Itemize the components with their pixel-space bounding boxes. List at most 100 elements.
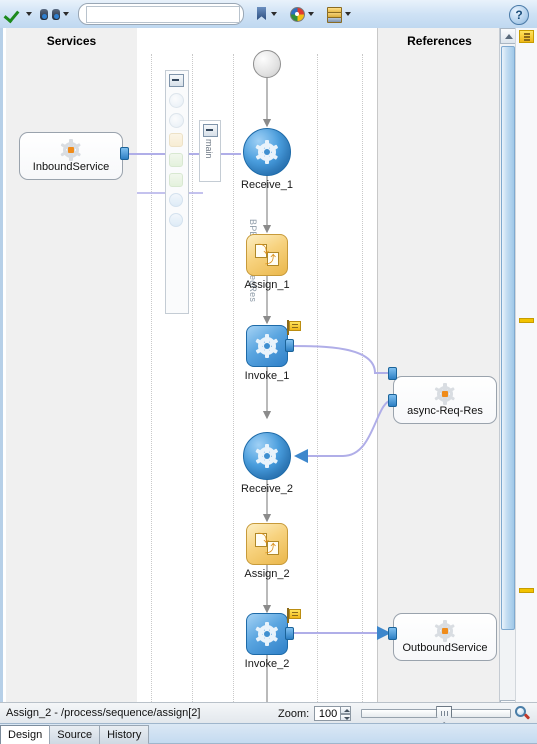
editor-tabbar: Design Source History [0, 723, 537, 744]
outboundservice-port[interactable] [388, 627, 397, 640]
layers-icon [326, 6, 342, 23]
search-input[interactable] [86, 5, 240, 23]
green-check-icon [5, 6, 23, 22]
service-gear-icon [434, 382, 456, 405]
flow-node-label: Receive_2 [241, 483, 293, 495]
zoom-label: Zoom: [278, 707, 310, 720]
binoculars-icon [40, 6, 60, 22]
flag-icon [287, 608, 301, 623]
flow-node-invoke-1[interactable]: Invoke_1 [245, 320, 301, 382]
color-palette-icon [289, 6, 305, 22]
flow-node-label: Invoke_1 [244, 370, 290, 382]
status-bar: Assign_2 - /process/sequence/assign[2] Z… [0, 702, 537, 723]
references-lane-title: References [407, 34, 472, 48]
services-lane-title: Services [46, 34, 97, 48]
bookmark-button[interactable] [254, 3, 280, 25]
chevron-down-icon[interactable] [26, 12, 32, 16]
process-name-label: BPELAsyncReqRes [168, 219, 258, 302]
invoke-activity-icon [246, 613, 288, 655]
flow-node-label: Receive_1 [241, 179, 293, 191]
zoom-decrease-button[interactable] [340, 713, 352, 721]
receive-activity-icon [243, 432, 291, 480]
assign-activity-icon: ⤵ ⤴ [246, 234, 288, 276]
activity-strip[interactable]: BPELAsyncReqRes [165, 70, 258, 314]
help-button[interactable]: ? [509, 5, 529, 25]
assign-icon: ⤵ ⤴ [255, 533, 279, 555]
gear-icon [255, 140, 279, 164]
tab-history[interactable]: History [99, 725, 150, 744]
chevron-down-icon[interactable] [271, 12, 277, 16]
toolbar: ? [0, 0, 537, 29]
correlation-icon[interactable] [169, 113, 184, 128]
search-scope-button[interactable] [39, 3, 72, 25]
selection-path: Assign_2 - /process/sequence/assign[2] [6, 707, 201, 719]
flow-node-receive-1[interactable]: Receive_1 [241, 128, 293, 191]
scope-main[interactable]: main [199, 120, 221, 182]
service-label: InboundService [32, 160, 110, 173]
start-circle-icon [253, 50, 281, 78]
zoom-stepper[interactable] [340, 706, 352, 721]
marker-strip[interactable] [515, 28, 537, 716]
zoom-input[interactable]: 100 [314, 706, 342, 721]
gear-icon [255, 334, 279, 358]
vertical-scrollbar[interactable] [499, 28, 516, 716]
scope-label: main [204, 139, 214, 159]
zoom-slider-handle[interactable] [436, 706, 453, 723]
inboundservice-port[interactable] [120, 147, 129, 160]
scroll-up-button[interactable] [500, 28, 516, 44]
marker-flag[interactable] [519, 30, 534, 43]
service-gear-icon [60, 138, 82, 161]
fault-handler-icon[interactable] [169, 133, 184, 148]
service-inboundservice[interactable]: InboundService [19, 132, 123, 180]
zoom-controls[interactable]: Zoom: 100 [278, 703, 512, 724]
flag-icon [287, 320, 301, 335]
flow-node-assign-2[interactable]: ⤵ ⤴ Assign_2 [244, 523, 290, 580]
reference-label: async-Req-Res [407, 404, 483, 417]
receive-activity-icon [243, 128, 291, 176]
strip-collapse-button[interactable] [169, 74, 184, 87]
flow-node-label: Assign_2 [244, 568, 290, 580]
marker-note[interactable] [519, 318, 534, 323]
validate-button[interactable] [4, 3, 35, 25]
scroll-thumb[interactable] [501, 46, 515, 630]
invoke-2-port[interactable] [285, 627, 294, 640]
invoke-1-port[interactable] [285, 339, 294, 352]
flow-node-label: Invoke_2 [244, 658, 290, 670]
flow-node-assign-1[interactable]: ⤵ ⤴ Assign_1 [244, 234, 290, 291]
zoom-magnifier-icon[interactable] [515, 706, 530, 721]
reference-label: OutboundService [402, 641, 488, 654]
async-req-res-port-in[interactable] [388, 367, 397, 380]
flow-node-start[interactable] [253, 50, 281, 78]
tab-source[interactable]: Source [49, 725, 101, 744]
scope-collapse-button[interactable] [203, 124, 218, 137]
zoom-slider[interactable] [361, 706, 512, 723]
invoke-activity-icon [246, 325, 288, 367]
service-gear-icon [434, 619, 456, 642]
layers-button[interactable] [325, 3, 354, 25]
palette-button[interactable] [288, 3, 317, 25]
marker-note[interactable] [519, 588, 534, 593]
assign-icon: ⤵ ⤴ [255, 244, 279, 266]
compensation-handler-icon[interactable] [169, 173, 184, 188]
tabbar-filler [148, 724, 537, 744]
chevron-down-icon[interactable] [345, 12, 351, 16]
gear-icon [255, 444, 279, 468]
flow-node-label: Assign_1 [244, 279, 290, 291]
search-box[interactable] [78, 3, 244, 25]
reference-async-req-res[interactable]: async-Req-Res [393, 376, 497, 424]
reference-outboundservice[interactable]: OutboundService [393, 613, 497, 661]
gear-icon [255, 622, 279, 646]
diagram-editor: Services References main InboundService … [0, 28, 537, 716]
flow-node-invoke-2[interactable]: Invoke_2 [245, 608, 301, 670]
async-req-res-port-out[interactable] [388, 394, 397, 407]
tab-design[interactable]: Design [0, 725, 51, 744]
termination-handler-icon[interactable] [169, 193, 184, 208]
event-handler-icon[interactable] [169, 153, 184, 168]
zoom-increase-button[interactable] [340, 706, 352, 714]
chevron-down-icon[interactable] [63, 12, 69, 16]
bpel-editor-window: ? Services References main InboundServic… [0, 0, 537, 744]
chevron-down-icon[interactable] [308, 12, 314, 16]
flow-node-receive-2[interactable]: Receive_2 [241, 432, 293, 495]
assign-activity-icon: ⤵ ⤴ [246, 523, 288, 565]
variables-icon[interactable] [169, 93, 184, 108]
